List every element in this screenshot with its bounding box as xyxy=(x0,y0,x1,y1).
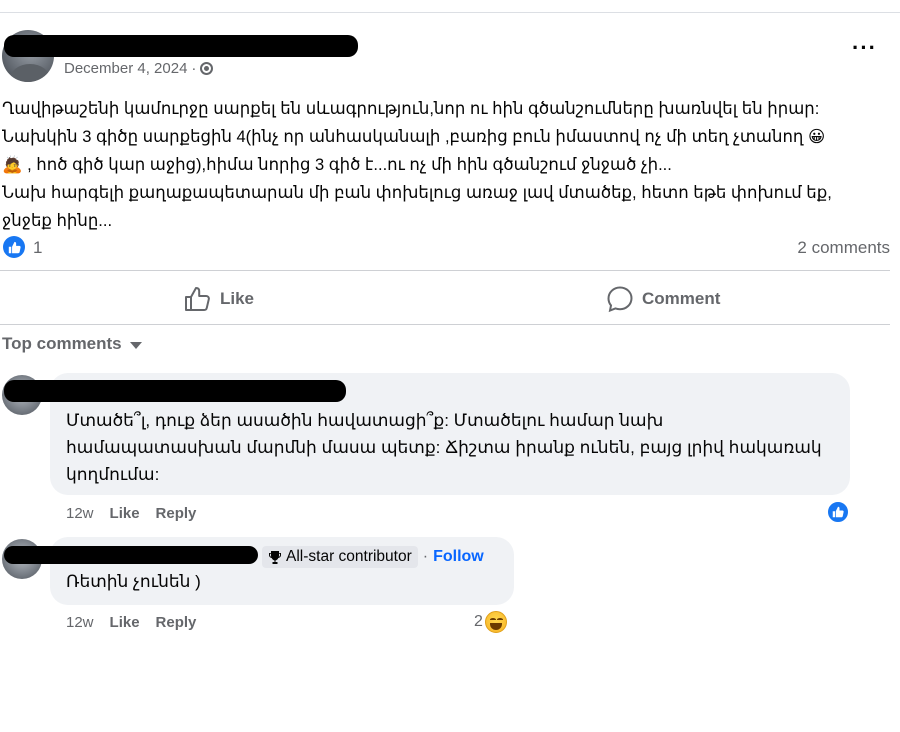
like-reaction-icon[interactable] xyxy=(3,236,25,258)
ellipsis-icon[interactable]: ··· xyxy=(852,37,877,59)
meta-separator: · xyxy=(191,60,197,77)
top-divider xyxy=(0,12,900,13)
like-reaction-icon[interactable] xyxy=(826,500,850,524)
comment-text: Մտածե՞լ, դուք ձեր ասածին հավատացի՞ք: Մտա… xyxy=(66,407,846,488)
post-text-line: Ղավիթաշենի կամուրջը սարքել են սևագրությո… xyxy=(2,100,820,118)
comments-count[interactable]: 2 comments xyxy=(797,238,890,258)
comment-actions: 12w Like Reply xyxy=(66,614,196,631)
meta-separator: · xyxy=(422,548,429,565)
comment-time[interactable]: 12w xyxy=(66,614,94,631)
follow-button[interactable]: Follow xyxy=(433,548,484,566)
comment-reply-button[interactable]: Reply xyxy=(156,614,197,631)
sort-label: Top comments xyxy=(2,334,122,353)
like-button[interactable]: Like xyxy=(184,282,254,316)
contributor-badge-label: All-star contributor xyxy=(286,548,412,565)
trophy-icon xyxy=(269,551,281,564)
comment-actions: 12w Like Reply xyxy=(66,505,196,522)
post-text-line: Նախ հարգելի քաղաքապետարան մի բան փոխելու… xyxy=(2,184,832,202)
comment-like-button[interactable]: Like xyxy=(110,505,140,522)
comment-reaction-count: 2 xyxy=(474,613,483,630)
redacted-author-name xyxy=(4,35,358,57)
comment-bubble-icon xyxy=(607,286,633,313)
post-meta: December 4, 2024 · xyxy=(64,60,214,77)
caret-down-icon xyxy=(129,341,142,349)
comment-text-line: կողմումա: xyxy=(66,465,160,484)
comment-header: All-star contributor · Follow xyxy=(262,546,484,568)
globe-icon xyxy=(200,62,214,75)
redacted-commenter-name xyxy=(4,546,258,564)
haha-reaction-icon xyxy=(484,611,507,633)
comment-button[interactable]: Comment xyxy=(606,282,720,316)
post-text-line: Նախկին 3 գիծը սարքեցին 4(ինչ որ անհասկան… xyxy=(2,128,826,146)
divider xyxy=(0,270,890,271)
comment-reply-button[interactable]: Reply xyxy=(156,505,197,522)
top-comments-sort[interactable]: Top comments xyxy=(2,334,142,354)
comment-text-line: Մտածե՞լ, դուք ձեր ասածին հավատացի՞ք: Մտա… xyxy=(66,411,664,430)
post-text: Ղավիթաշենի կամուրջը սարքել են սևագրությո… xyxy=(2,95,890,235)
comment-text-line: համապատասխան մարմնի մասա պետք: Ճիշտա իրա… xyxy=(66,438,822,457)
like-label: Like xyxy=(220,289,255,308)
divider xyxy=(0,324,890,325)
contributor-badge[interactable]: All-star contributor xyxy=(262,546,418,568)
comment-like-button[interactable]: Like xyxy=(110,614,140,631)
comment-time[interactable]: 12w xyxy=(66,505,94,522)
comment-label: Comment xyxy=(642,289,721,308)
comment-text: Ռետին չունեն ) xyxy=(66,572,201,591)
thumbs-up-icon xyxy=(185,287,210,311)
redacted-commenter-name xyxy=(4,380,346,402)
post-date[interactable]: December 4, 2024 xyxy=(64,60,187,77)
comment-reactions[interactable]: 2 xyxy=(474,611,507,633)
reaction-count[interactable]: 1 xyxy=(33,238,42,258)
post-text-line: 🙇 , հոծ գիծ կար աջից),հիմա նորից 3 գիծ է… xyxy=(2,156,672,174)
post-text-line: ջնջեք հինը... xyxy=(2,212,113,230)
